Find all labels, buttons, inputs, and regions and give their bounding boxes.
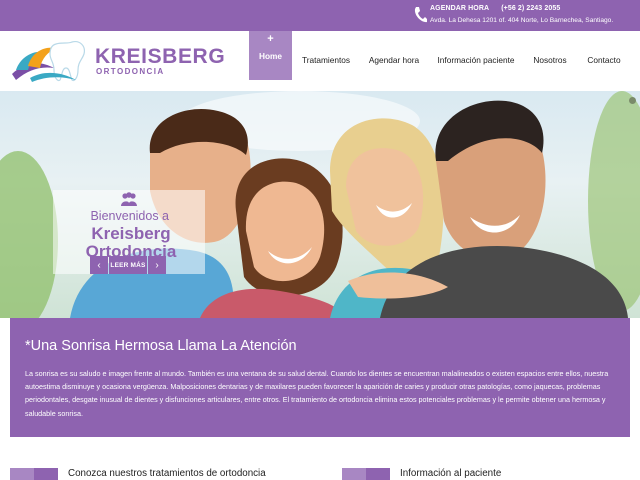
treatments-section-title: Conozca nuestros tratamientos de ortodon… — [68, 468, 266, 479]
section-swatch-dark-2 — [366, 468, 390, 480]
people-icon — [121, 192, 137, 206]
top-contact-bar: AGENDAR HORA (+56 2) 2243 2055 Avda. La … — [0, 0, 640, 31]
hero-slider: Bienvenidos a Kreisberg Ortodoncia ‹ LEE… — [0, 91, 640, 318]
nav-informacion-paciente-label: Información paciente — [437, 55, 515, 65]
nav-nosotros-label: Nosotros — [533, 55, 567, 65]
slider-indicator-icon[interactable] — [629, 97, 636, 104]
section-swatch-light — [10, 468, 34, 480]
logo-subtitle: ORTODONCIA — [96, 67, 165, 76]
site-header: KREISBERG ORTODONCIA + Home Tratamientos… — [0, 31, 640, 91]
nav-informacion-paciente[interactable]: Información paciente — [434, 31, 518, 80]
appointment-line: AGENDAR HORA (+56 2) 2243 2055 — [430, 5, 560, 12]
section-swatch-dark — [34, 468, 58, 480]
phone-number[interactable]: (+56 2) 2243 2055 — [501, 5, 560, 12]
slider-prev-button[interactable]: ‹ — [90, 256, 108, 274]
plus-icon: + — [267, 33, 274, 45]
nav-agendar-hora[interactable]: Agendar hora — [366, 31, 422, 80]
agendar-hora-label[interactable]: AGENDAR HORA — [430, 5, 489, 12]
phone-icon — [414, 7, 427, 23]
intro-text: La sonrisa es su saludo e imagen frente … — [25, 369, 609, 418]
patient-info-section-title: Información al paciente — [400, 468, 502, 479]
welcome-line-2: Kreisberg — [91, 224, 171, 243]
nav-home-label: Home — [258, 51, 283, 61]
nav-agendar-hora-label: Agendar hora — [368, 55, 420, 65]
intro-title: *Una Sonrisa Hermosa Llama La Atención — [25, 338, 297, 354]
nav-tratamientos[interactable]: Tratamientos — [298, 31, 354, 80]
nav-home[interactable]: + Home — [249, 31, 292, 80]
section-swatch-light-2 — [342, 468, 366, 480]
read-more-button[interactable]: LEER MÁS — [109, 256, 147, 274]
nav-nosotros[interactable]: Nosotros — [529, 31, 571, 80]
nav-contacto-label: Contacto — [587, 55, 621, 65]
address-text: Avda. La Dehesa 1201 of. 404 Norte, Lo B… — [430, 17, 614, 24]
welcome-line-1: Bienvenidos a — [90, 209, 169, 223]
tooth-logo-icon[interactable] — [10, 40, 92, 84]
chevron-right-icon: › — [155, 259, 159, 271]
intro-band: *Una Sonrisa Hermosa Llama La Atención L… — [10, 318, 630, 437]
logo-name[interactable]: KREISBERG — [95, 45, 225, 69]
nav-contacto[interactable]: Contacto — [583, 31, 625, 80]
chevron-left-icon: ‹ — [97, 259, 101, 271]
nav-tratamientos-label: Tratamientos — [301, 55, 351, 65]
slider-next-button[interactable]: › — [148, 256, 166, 274]
